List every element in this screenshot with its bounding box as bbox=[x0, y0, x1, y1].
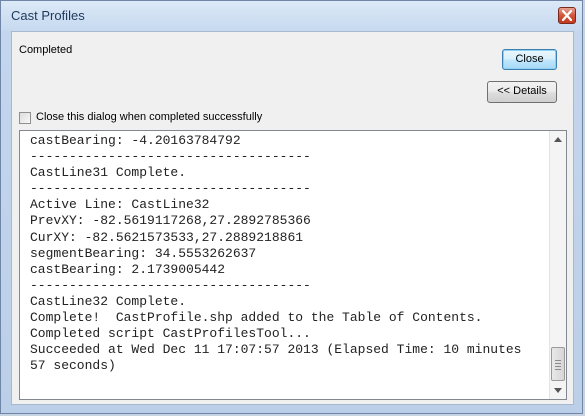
close-when-complete-checkbox[interactable] bbox=[19, 112, 31, 124]
close-button[interactable]: Close bbox=[502, 49, 557, 70]
scroll-down-button[interactable] bbox=[550, 382, 566, 399]
log-line: 57 seconds) bbox=[30, 358, 116, 374]
scroll-thumb[interactable] bbox=[551, 347, 565, 381]
log-line: castBearing: 2.1739005442 bbox=[30, 261, 226, 277]
log-line: CastLine32 Complete. bbox=[30, 293, 187, 309]
scroll-up-arrow-icon bbox=[554, 137, 562, 142]
window-close-button[interactable] bbox=[558, 7, 576, 24]
log-line: Complete! CastProfile.shp added to the T… bbox=[30, 310, 483, 326]
log-line: ------------------------------------ bbox=[30, 181, 311, 197]
close-x-icon bbox=[562, 10, 572, 21]
log-line: Completed script CastProfilesTool... bbox=[30, 326, 311, 342]
message-log[interactable]: castBearing: -4.20163784792 ------------… bbox=[19, 130, 567, 400]
log-line: Active Line: CastLine32 bbox=[30, 197, 210, 213]
title-bar[interactable]: Cast Profiles bbox=[1, 1, 582, 31]
vertical-scrollbar[interactable] bbox=[549, 131, 566, 399]
window-title: Cast Profiles bbox=[11, 8, 85, 23]
log-line: CurXY: -82.5621573533,27.2889218861 bbox=[30, 229, 304, 245]
log-line: CastLine31 Complete. bbox=[30, 165, 187, 181]
status-text: Completed bbox=[19, 44, 73, 56]
scroll-down-arrow-icon bbox=[554, 388, 562, 393]
log-line: PrevXY: -82.5619117268,27.2892785366 bbox=[30, 213, 311, 229]
cast-profiles-window: Cast Profiles Completed Close << Details… bbox=[0, 0, 583, 414]
log-line: castBearing: -4.20163784792 bbox=[30, 133, 241, 148]
close-when-complete-label[interactable]: Close this dialog when completed success… bbox=[36, 111, 262, 123]
message-log-text: castBearing: -4.20163784792 ------------… bbox=[30, 133, 540, 374]
log-line: ------------------------------------ bbox=[30, 149, 311, 165]
log-line: ------------------------------------ bbox=[30, 277, 311, 293]
scroll-grip-icon bbox=[555, 360, 561, 372]
log-line: Succeeded at Wed Dec 11 17:07:57 2013 (E… bbox=[30, 342, 522, 358]
dialog-body: Completed Close << Details Close this di… bbox=[11, 31, 574, 405]
log-line: segmentBearing: 34.5553262637 bbox=[30, 245, 257, 261]
scroll-up-button[interactable] bbox=[550, 131, 566, 148]
details-toggle-button[interactable]: << Details bbox=[487, 81, 557, 103]
